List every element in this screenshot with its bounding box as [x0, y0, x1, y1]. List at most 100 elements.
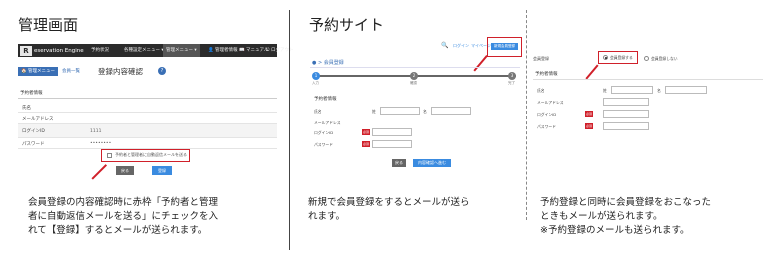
page-title: 登録内容確認 — [98, 67, 143, 76]
section-label: 予約者情報 — [314, 97, 337, 102]
email-label: メールアドレス — [537, 100, 564, 105]
register-radio[interactable] — [603, 55, 608, 60]
email-input[interactable] — [603, 98, 649, 106]
auto-reply-highlight: 予約者と管理者に自動返信メールを送る — [101, 149, 190, 162]
last-name-input[interactable] — [380, 107, 420, 115]
row-label: メールアドレス — [22, 117, 54, 122]
table-row: 氏名 — [18, 102, 277, 113]
nav-logout[interactable]: ⎋ ログアウト — [263, 44, 297, 57]
name-label: 氏名 — [537, 88, 545, 93]
password-row: パスワード 必須 — [533, 122, 763, 131]
admin-subheader: 🏠 管理メニューTOP 会員一覧 登録内容確認 ? — [18, 66, 277, 83]
login-link[interactable]: ログイン — [453, 43, 469, 49]
required-badge: 必須 — [585, 123, 593, 129]
section-label: 予約者情報 — [20, 91, 43, 96]
login-label: ログインID — [537, 112, 557, 117]
name-row: 氏名 姓 名 — [310, 107, 520, 116]
site-register-form: 予約者情報 氏名 姓 名 メールアドレス ログインID 必須 パスワード 必須 — [310, 96, 520, 156]
caption-line: ※予約登録のメールも送られます。 — [540, 225, 690, 236]
caption-line: 新規で会員登録をするとメールが送ら — [308, 197, 470, 208]
row-value: •••••••• — [90, 141, 112, 146]
last-name-input[interactable] — [611, 86, 653, 94]
login-label: ログインID — [314, 130, 334, 135]
nav-settings-menu[interactable]: 各種設定メニュー ▾ — [121, 44, 167, 57]
admin-top-button[interactable]: 🏠 管理メニューTOP — [18, 67, 58, 83]
admin-caption: 会員登録の内容確認時に赤枠「予約者と管理 者に自動返信メールを送る」にチェックを… — [28, 196, 218, 238]
nav-admin-menu[interactable]: 管理メニュー ▾ — [163, 44, 200, 57]
login-id-input[interactable] — [372, 128, 412, 136]
member-option-label: 会員登録 — [533, 56, 549, 61]
email-row: メールアドレス — [310, 118, 520, 127]
caption-line: れます。 — [308, 211, 346, 222]
register-option-highlight: 会員登録する — [598, 51, 638, 64]
right-caption: 予約登録と同時に会員登録をおこなった ときもメールが送られます。 ※予約登録のメ… — [540, 196, 711, 238]
auto-reply-label: 予約者と管理者に自動返信メールを送る — [115, 152, 187, 157]
admin-navbar: R eservation Engine 予約状況 各種設定メニュー ▾ 管理メニ… — [18, 44, 294, 57]
back-button[interactable]: 戻る — [116, 166, 134, 175]
mei-label: 名 — [657, 88, 661, 93]
admin-logo: R eservation Engine — [20, 45, 84, 56]
step-dot: 3 — [508, 72, 516, 80]
confirm-button[interactable]: 内容確認へ進む — [413, 159, 451, 167]
password-input[interactable] — [372, 140, 412, 148]
email-label: メールアドレス — [314, 120, 341, 125]
caption-line: 予約登録と同時に会員登録をおこなった — [540, 197, 712, 208]
new-member-button[interactable]: 新規会員登録 — [491, 43, 518, 50]
required-badge: 必須 — [585, 111, 593, 117]
email-row: メールアドレス — [533, 98, 763, 107]
step-dot: 2 — [410, 72, 418, 80]
required-badge: 必須 — [362, 129, 370, 135]
nav-reservation-status[interactable]: 予約状況 — [88, 44, 112, 57]
password-label: パスワード — [314, 142, 333, 147]
step-label: 完了 — [508, 81, 515, 85]
row-value: 1111 — [90, 129, 102, 134]
row-label: 氏名 — [22, 106, 31, 111]
site-screen-heading: 予約サイト — [309, 16, 385, 34]
password-input[interactable] — [603, 122, 649, 130]
step-label: 入力 — [312, 81, 319, 85]
password-row: パスワード 必須 — [310, 140, 520, 149]
sei-label: 姓 — [372, 109, 376, 114]
auto-reply-checkbox[interactable] — [107, 153, 112, 158]
section-rule — [18, 98, 277, 99]
password-label: パスワード — [537, 124, 556, 129]
name-label: 氏名 — [314, 109, 322, 114]
first-name-input[interactable] — [665, 86, 707, 94]
breadcrumb-member-list[interactable]: 会員一覧 — [62, 68, 80, 76]
login-row: ログインID 必須 — [310, 128, 520, 137]
required-badge: 必須 — [362, 141, 370, 147]
search-icon[interactable]: 🔍 — [441, 42, 448, 49]
caption-line: ときもメールが送られます。 — [540, 211, 663, 222]
site-caption: 新規で会員登録をするとメールが送ら れます。 — [308, 196, 470, 224]
step-label: 確認 — [410, 81, 417, 85]
register-button[interactable]: 登録 — [152, 166, 172, 175]
sei-label: 姓 — [603, 88, 607, 93]
first-name-input[interactable] — [431, 107, 471, 115]
login-id-input[interactable] — [603, 110, 649, 118]
table-row: パスワード •••••••• — [18, 138, 277, 149]
help-icon[interactable]: ? — [158, 67, 166, 75]
new-member-highlight: 新規会員登録 — [487, 37, 522, 57]
login-row: ログインID 必須 — [533, 110, 763, 119]
caption-line: 会員登録の内容確認時に赤枠「予約者と管理 — [28, 197, 219, 208]
register-option-text: 会員登録する — [610, 55, 633, 60]
back-button[interactable]: 戻る — [392, 159, 406, 167]
right-reservation-form: 予約者情報 氏名 姓 名 メールアドレス ログインID 必須 パスワード 必須 — [533, 71, 763, 141]
name-row: 氏名 姓 名 — [533, 86, 763, 95]
no-register-radio[interactable] — [644, 56, 649, 61]
row-label: ログインID — [22, 129, 45, 134]
progress-stepper: 1 2 3 入力 確認 完了 — [310, 72, 520, 86]
table-row: メールアドレス — [18, 113, 277, 124]
no-register-label: 会員登録しない — [651, 56, 678, 61]
site-page-title: ● > 会員登録 — [312, 60, 344, 66]
caption-line: 者に自動返信メールを送る」にチェックを入 — [28, 211, 219, 222]
title-rule — [310, 67, 520, 68]
logo-text: eservation Engine — [34, 47, 84, 54]
mei-label: 名 — [423, 109, 427, 114]
section-label: 予約者情報 — [535, 72, 558, 77]
member-option-row: 会員登録 会員登録しない — [533, 54, 763, 64]
admin-screen-heading: 管理画面 — [18, 16, 79, 34]
table-row: ログインID 1111 — [18, 124, 277, 138]
section-rule — [533, 79, 763, 80]
annotation-arrow — [473, 54, 488, 72]
